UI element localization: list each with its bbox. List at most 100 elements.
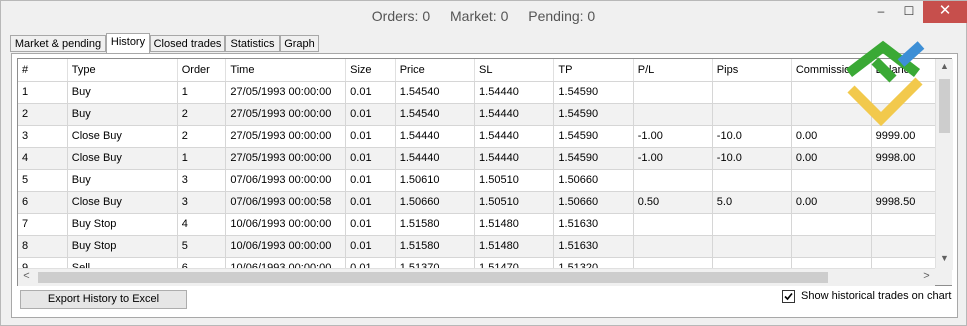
table-cell: 07/06/1993 00:00:58 <box>225 191 347 214</box>
close-button[interactable]: ✕ <box>923 1 967 23</box>
table-row[interactable]: 1 Buy 1 27/05/1993 00:00:00 0.01 1.54540 1.544… <box>18 81 951 104</box>
orders-count: Orders: 0 <box>371 8 431 24</box>
table-cell: 3 <box>177 169 227 192</box>
table-cell: 0.01 <box>345 103 396 126</box>
table-cell <box>633 103 713 126</box>
scroll-up-arrow[interactable]: ▲ <box>936 61 953 71</box>
table-cell: 5 <box>18 169 68 192</box>
table-cell: 1.54540 <box>395 81 476 104</box>
scroll-right-arrow[interactable]: > <box>918 270 935 282</box>
column-header[interactable]: Order <box>177 59 227 82</box>
table-cell <box>633 213 713 236</box>
table-cell: 1 <box>177 81 227 104</box>
column-header[interactable]: Type <box>67 59 178 82</box>
window-title: Orders: 0 Market: 0 Pending: 0 <box>1 8 966 24</box>
table-cell: Close Buy <box>67 191 178 214</box>
table-cell <box>712 169 792 192</box>
table-cell: 1.50510 <box>474 191 555 214</box>
table-cell: 0.01 <box>345 213 396 236</box>
table-cell <box>791 169 872 192</box>
market-count: Market: 0 <box>450 8 509 24</box>
pending-count: Pending: 0 <box>528 8 596 24</box>
table-cell: 27/05/1993 00:00:00 <box>225 103 347 126</box>
table-cell: 1.54440 <box>474 125 555 148</box>
table-cell: 1.50510 <box>474 169 555 192</box>
table-cell <box>791 213 872 236</box>
column-header[interactable]: P/L <box>633 59 713 82</box>
horizontal-scroll-thumb[interactable] <box>38 272 828 283</box>
table-cell: -10.0 <box>712 125 792 148</box>
table-cell: 10/06/1993 00:00:00 <box>225 213 347 236</box>
table-row[interactable]: 7 Buy Stop 4 10/06/1993 00:00:00 0.01 1.51580… <box>18 213 951 236</box>
table-cell: 1.54590 <box>553 147 634 170</box>
table-row[interactable]: 4 Close Buy 1 27/05/1993 00:00:00 0.01 1.5444… <box>18 147 951 170</box>
table-cell: 2 <box>177 103 227 126</box>
table-row[interactable]: 3 Close Buy 2 27/05/1993 00:00:00 0.01 1.5444… <box>18 125 951 148</box>
column-header[interactable]: SL <box>474 59 555 82</box>
tab-graph[interactable]: Graph <box>280 35 319 52</box>
table-row[interactable]: 2 Buy 2 27/05/1993 00:00:00 0.01 1.54540 1.544… <box>18 103 951 126</box>
header-row: # Type Order Time Size Price SL TP P/L Pips Commis… <box>18 59 951 82</box>
column-header[interactable]: Pips <box>712 59 792 82</box>
table-cell: 27/05/1993 00:00:00 <box>225 81 347 104</box>
table-cell: 1.54590 <box>553 103 634 126</box>
table-cell: 1.50660 <box>553 191 634 214</box>
table-cell: 0.00 <box>791 147 872 170</box>
table-cell: 0.01 <box>345 169 396 192</box>
column-header[interactable]: Time <box>225 59 347 82</box>
table-cell: 5 <box>177 235 227 258</box>
table-cell <box>633 235 713 258</box>
table-cell: -1.00 <box>633 125 713 148</box>
scroll-down-arrow[interactable]: ▼ <box>936 253 953 263</box>
table-cell <box>712 103 792 126</box>
scroll-left-arrow[interactable]: < <box>18 270 35 282</box>
table-cell: 7 <box>18 213 68 236</box>
table-cell: 0.01 <box>345 147 396 170</box>
table-cell: 1.54440 <box>474 81 555 104</box>
tab-statistics[interactable]: Statistics <box>225 35 280 52</box>
table-cell: 6 <box>18 191 68 214</box>
table-cell: 3 <box>177 191 227 214</box>
table-cell <box>791 235 872 258</box>
table-cell: Close Buy <box>67 147 178 170</box>
table-cell <box>712 81 792 104</box>
export-history-button[interactable]: Export History to Excel <box>20 290 187 309</box>
show-historical-trades-checkbox[interactable] <box>782 290 795 303</box>
table-cell <box>633 169 713 192</box>
table-cell: 1.51480 <box>474 213 555 236</box>
tab-market-pending[interactable]: Market & pending <box>10 35 106 52</box>
table-cell: 1.51630 <box>553 235 634 258</box>
table-cell: 0.01 <box>345 125 396 148</box>
horizontal-scrollbar[interactable]: < > <box>18 268 935 286</box>
table-row[interactable]: 6 Close Buy 3 07/06/1993 00:00:58 0.01 1.5066… <box>18 191 951 214</box>
table-cell: 1.51630 <box>553 213 634 236</box>
table-cell <box>712 213 792 236</box>
table-cell: Buy <box>67 81 178 104</box>
checkmark-icon <box>784 292 793 301</box>
vertical-scrollbar[interactable]: ▲ ▼ <box>935 59 953 270</box>
history-grid[interactable]: # Type Order Time Size Price SL TP P/L Pips Commis… <box>17 58 952 286</box>
tab-history[interactable]: History <box>106 33 150 53</box>
table-cell: 0.01 <box>345 191 396 214</box>
table-cell: 3 <box>18 125 68 148</box>
table-row[interactable]: 8 Buy Stop 5 10/06/1993 00:00:00 0.01 1.51580… <box>18 235 951 258</box>
table-cell: 1.51480 <box>474 235 555 258</box>
table-cell: Buy <box>67 169 178 192</box>
title-bar: Orders: 0 Market: 0 Pending: 0 ‒ ☐ ✕ <box>1 1 967 31</box>
table-cell: 8 <box>18 235 68 258</box>
table-cell: 4 <box>18 147 68 170</box>
column-header[interactable]: Size <box>345 59 396 82</box>
table-row[interactable]: 5 Buy 3 07/06/1993 00:00:00 0.01 1.50610 1.505… <box>18 169 951 192</box>
column-header[interactable]: TP <box>553 59 634 82</box>
minimize-button[interactable]: ‒ <box>867 1 895 23</box>
table-cell: 1.50660 <box>553 169 634 192</box>
vertical-scroll-thumb[interactable] <box>939 79 950 133</box>
table-cell: 2 <box>18 103 68 126</box>
column-header[interactable]: Price <box>395 59 476 82</box>
column-header[interactable]: # <box>18 59 68 82</box>
table-cell: 1.54440 <box>395 147 476 170</box>
table-cell: 1.54540 <box>395 103 476 126</box>
tab-closed-trades[interactable]: Closed trades <box>150 35 225 52</box>
table-cell: 4 <box>177 213 227 236</box>
maximize-button[interactable]: ☐ <box>895 1 923 23</box>
